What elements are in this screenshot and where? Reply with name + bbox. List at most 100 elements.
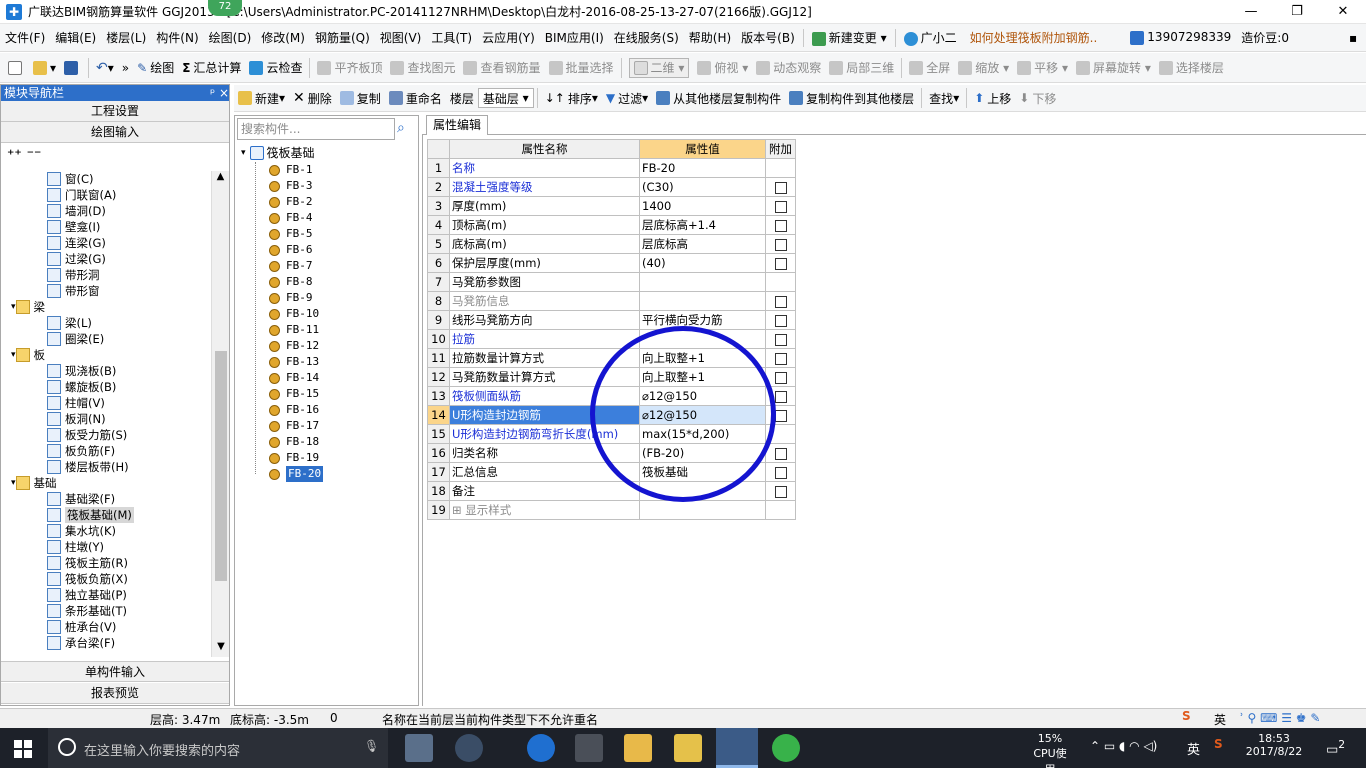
property-row[interactable]: 13 筏板侧面纵筋 ⌀12@150: [427, 386, 796, 406]
single-component-input-button[interactable]: 单构件输入: [1, 661, 229, 682]
tree-item[interactable]: 梁(L): [47, 315, 92, 331]
attach-checkbox[interactable]: [774, 181, 787, 194]
fullscreen-button[interactable]: 全屏: [905, 59, 954, 76]
scrollbar-thumb[interactable]: [215, 351, 227, 581]
raft-foundation-item[interactable]: FB-10: [269, 306, 319, 322]
property-row[interactable]: 15 U形构造封边钢筋弯折长度(mm) max(15*d,200): [427, 424, 796, 444]
tree-item[interactable]: 条形基础(T): [47, 603, 127, 619]
raft-foundation-item[interactable]: FB-4: [269, 210, 313, 226]
tree-item[interactable]: 门联窗(A): [47, 187, 116, 203]
tree-item[interactable]: 板受力筋(S): [47, 427, 127, 443]
attach-checkbox[interactable]: [774, 390, 787, 403]
tree-category[interactable]: ▾ 板: [11, 347, 45, 363]
menu-component[interactable]: 构件(N): [151, 29, 203, 46]
notes-app-icon[interactable]: [674, 734, 702, 762]
raft-foundation-item[interactable]: FB-7: [269, 258, 313, 274]
tree-item[interactable]: 螺旋板(B): [47, 379, 116, 395]
tree-item[interactable]: 板洞(N): [47, 411, 106, 427]
undo-button[interactable]: ↶ ▾: [92, 60, 118, 76]
tree-item[interactable]: 连梁(G): [47, 235, 106, 251]
help-question-link[interactable]: 如何处理筏板附加钢筋..: [962, 29, 1106, 46]
raft-foundation-item[interactable]: FB-16: [269, 402, 319, 418]
raft-foundation-item[interactable]: FB-15: [269, 386, 319, 402]
tree-item[interactable]: 柱帽(V): [47, 395, 105, 411]
property-value[interactable]: 向上取整+1: [639, 367, 766, 387]
delete-button[interactable]: ✕ 删除: [289, 90, 336, 107]
property-row[interactable]: 4 顶标高(m) 层底标高+1.4: [427, 215, 796, 235]
component-search-input[interactable]: 搜索构件...: [237, 118, 395, 140]
raft-foundation-item[interactable]: FB-6: [269, 242, 313, 258]
floor-select[interactable]: 基础层 ▾: [477, 88, 534, 108]
raft-foundation-item[interactable]: FB-18: [269, 434, 319, 450]
property-row[interactable]: 18 备注: [427, 481, 796, 501]
tree-item[interactable]: 筏板主筋(R): [47, 555, 128, 571]
drawing-input-button[interactable]: 绘图输入: [1, 122, 229, 143]
glodon-app-taskbar-icon[interactable]: [716, 728, 758, 768]
find-button[interactable]: 查找 ▾: [925, 90, 963, 107]
menu-modify[interactable]: 修改(M): [256, 29, 310, 46]
user-account[interactable]: 13907298339: [1125, 30, 1236, 45]
menu-version[interactable]: 版本号(B): [736, 29, 800, 46]
view-mode-select[interactable]: 二维 ▾: [628, 57, 690, 78]
property-value[interactable]: 平行横向受力筋: [639, 310, 766, 330]
property-value[interactable]: (C30): [639, 177, 766, 197]
filter-button[interactable]: ▼ 过滤 ▾: [602, 90, 652, 107]
menu-file[interactable]: 文件(F): [0, 29, 50, 46]
tree-item[interactable]: 基础梁(F): [47, 491, 115, 507]
raft-foundation-item[interactable]: FB-17: [269, 418, 319, 434]
property-row[interactable]: 3 厚度(mm) 1400: [427, 196, 796, 216]
flush-top-button[interactable]: 平齐板顶: [313, 59, 386, 76]
property-row[interactable]: 16 归类名称 (FB-20): [427, 443, 796, 463]
attach-checkbox[interactable]: [774, 314, 787, 327]
store-icon[interactable]: [575, 734, 603, 762]
tree-item[interactable]: 过梁(G): [47, 251, 106, 267]
ime-mode[interactable]: 英: [1214, 711, 1226, 728]
menu-view[interactable]: 视图(V): [375, 29, 427, 46]
tree-item[interactable]: 桩承台(V): [47, 619, 116, 635]
project-settings-button[interactable]: 工程设置: [1, 101, 229, 122]
tree-category[interactable]: ▾ 梁: [11, 299, 45, 315]
sogou-ime-icon[interactable]: S: [1182, 709, 1191, 723]
menu-cloud[interactable]: 云应用(Y): [477, 29, 540, 46]
raft-foundation-item[interactable]: FB-5: [269, 226, 313, 242]
attach-checkbox[interactable]: [774, 466, 787, 479]
edge-browser-icon[interactable]: [527, 734, 555, 762]
attach-checkbox[interactable]: [774, 295, 787, 308]
new-file-button[interactable]: [4, 60, 29, 75]
tree-category[interactable]: ▾ 基础: [11, 475, 57, 491]
tree-root[interactable]: ▾ 筏板基础: [241, 145, 315, 161]
dynamic-view-button[interactable]: 动态观察: [752, 59, 825, 76]
batch-select-button[interactable]: 批量选择: [545, 59, 618, 76]
tree-item[interactable]: 带形窗: [47, 283, 100, 299]
pan-button[interactable]: 平移 ▾: [1013, 59, 1072, 76]
attach-checkbox[interactable]: [774, 409, 787, 422]
app-360-icon[interactable]: [455, 734, 483, 762]
expand-icon[interactable]: ⊞: [452, 503, 465, 517]
taskbar-search-box[interactable]: 在这里输入你要搜索的内容 🎙: [48, 728, 388, 768]
property-value[interactable]: FB-20: [639, 158, 766, 178]
ime-tools-icon[interactable]: ʾ ⚲ ⌨ ☰ ♚ ✎: [1240, 711, 1320, 725]
view-rebar-button[interactable]: 查看钢筋量: [459, 59, 544, 76]
property-row[interactable]: 6 保护层厚度(mm) (40): [427, 253, 796, 273]
property-row[interactable]: 5 底标高(m) 层底标高: [427, 234, 796, 254]
open-file-button[interactable]: ▾: [29, 60, 60, 75]
close-button[interactable]: ✕: [1320, 0, 1366, 24]
maximize-button[interactable]: ❐: [1274, 0, 1320, 24]
raft-foundation-item[interactable]: FB-19: [269, 450, 319, 466]
property-value[interactable]: 向上取整+1: [639, 348, 766, 368]
tree-item[interactable]: 圈梁(E): [47, 331, 104, 347]
clock[interactable]: 18:53 2017/8/22: [1244, 732, 1304, 758]
expand-collapse-controls[interactable]: ⁺⁺ ⁻⁻: [1, 143, 229, 167]
browser-360-icon[interactable]: [772, 734, 800, 762]
tray-icons[interactable]: ⌃ ▭ ◖ ◠ ◁): [1090, 739, 1157, 753]
menu-floor[interactable]: 楼层(L): [101, 29, 151, 46]
move-up-button[interactable]: ⬆ 上移: [970, 90, 1015, 107]
property-value[interactable]: [639, 329, 766, 349]
notification-center-icon[interactable]: ▭2: [1326, 738, 1345, 757]
raft-foundation-item[interactable]: FB-2: [269, 194, 313, 210]
attach-checkbox[interactable]: [774, 200, 787, 213]
draw-button[interactable]: ✎ 绘图: [133, 59, 178, 76]
tab-property-edit[interactable]: 属性编辑: [426, 115, 489, 135]
expand-all-icon[interactable]: ⁺⁺: [7, 147, 22, 163]
menu-rebar[interactable]: 钢筋量(Q): [310, 29, 375, 46]
